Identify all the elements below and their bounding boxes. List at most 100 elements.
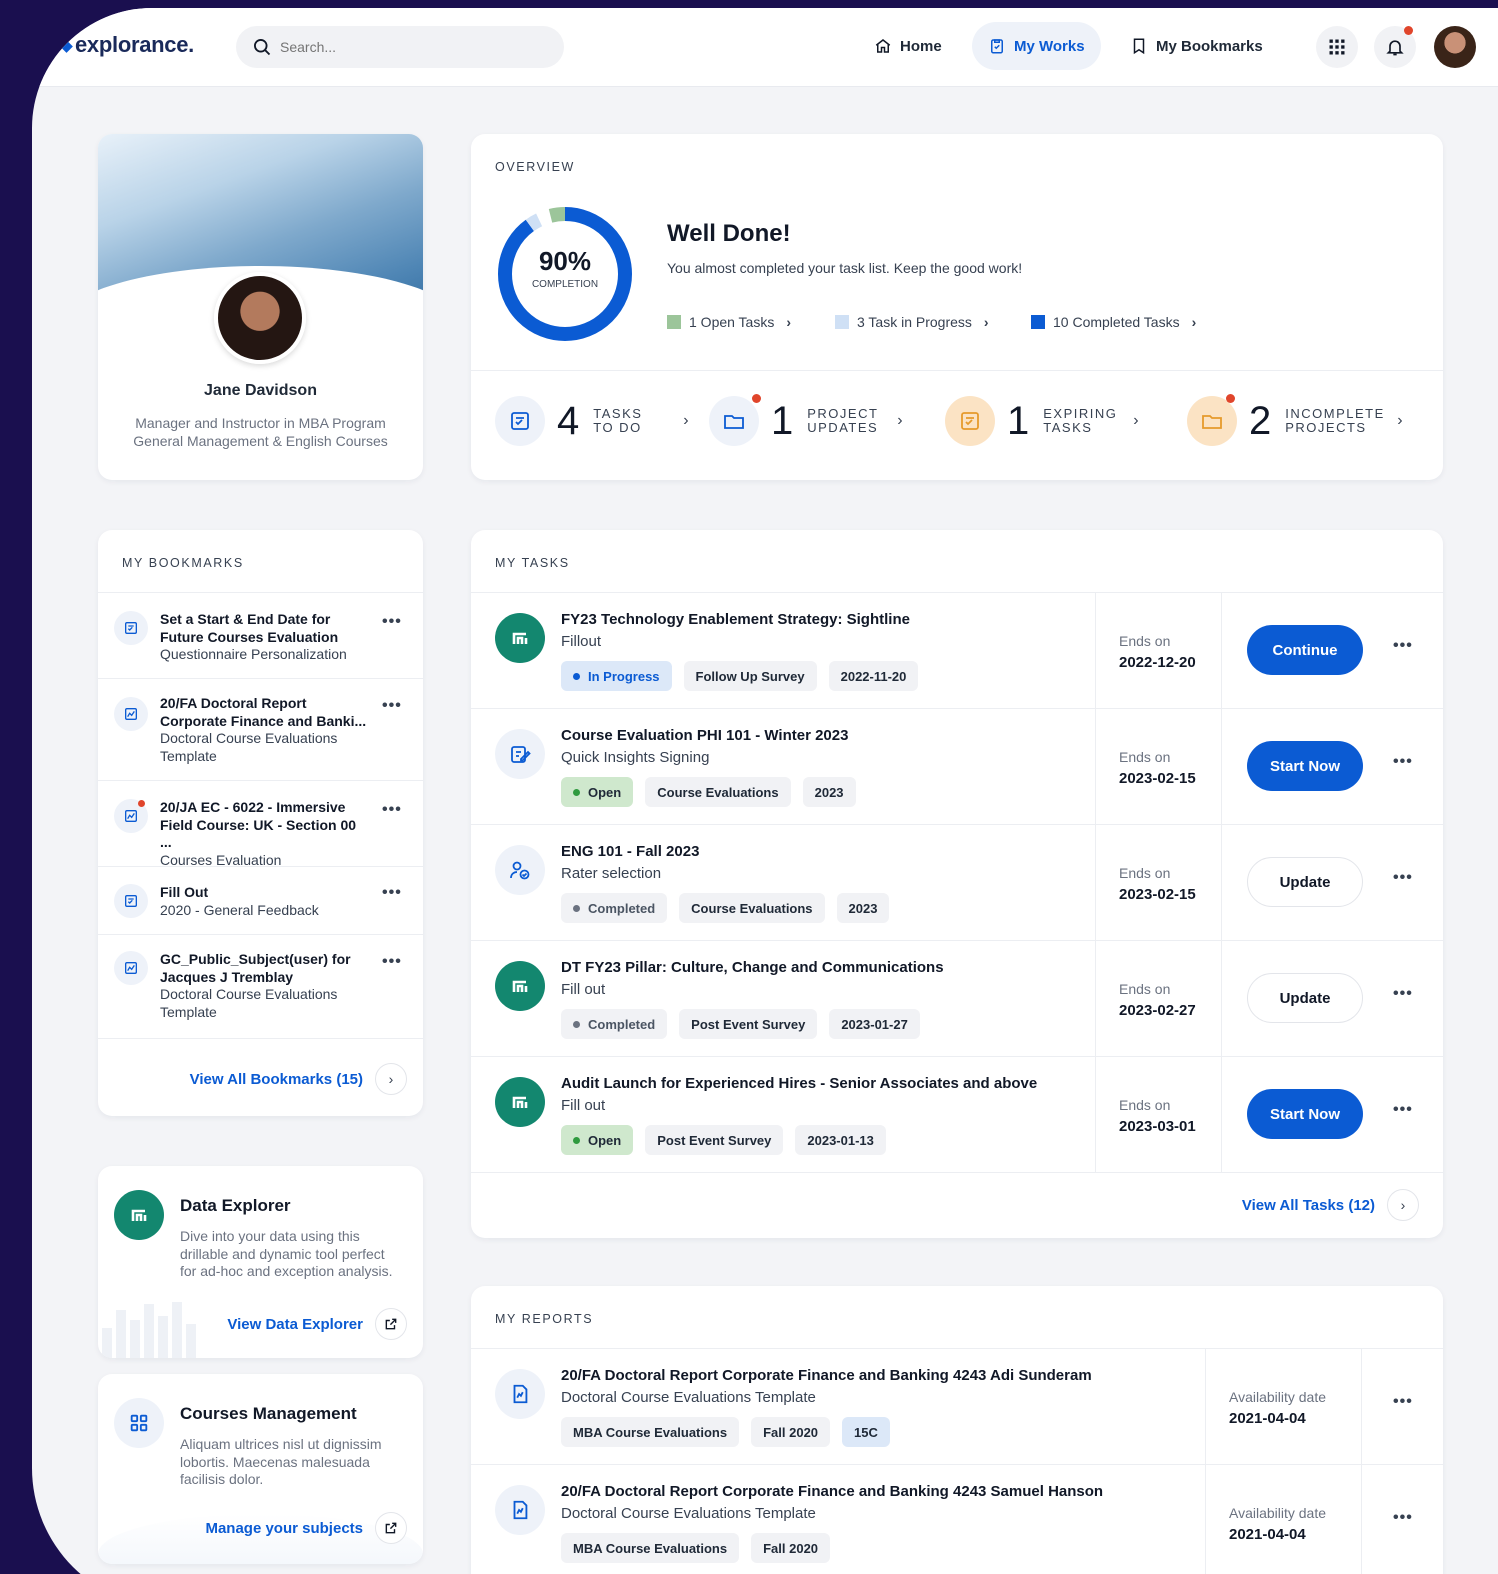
more-options-icon[interactable]: ••• — [1393, 869, 1413, 887]
explorance-mark-icon — [512, 1096, 528, 1108]
reports-card: MY REPORTS 20/FA Doctoral Report Corpora… — [471, 1286, 1443, 1574]
task-row[interactable]: Course Evaluation PHI 101 - Winter 2023 … — [471, 708, 1443, 824]
report-title[interactable]: 20/FA Doctoral Report Corporate Finance … — [561, 1367, 1092, 1384]
app-frame: explorance. Home My Works My Bookmarks — [32, 8, 1498, 1574]
more-options-icon[interactable]: ••• — [1393, 637, 1413, 655]
profile-role-line2: General Management & English Courses — [133, 433, 388, 449]
more-options-icon[interactable]: ••• — [1393, 753, 1413, 771]
ends-label: Ends on — [1119, 633, 1171, 649]
task-subtitle: Fill out — [561, 1097, 606, 1114]
report-row[interactable]: 20/FA Doctoral Report Corporate Finance … — [471, 1348, 1443, 1464]
completion-percent: 90% — [538, 246, 592, 276]
task-subtitle: Rater selection — [561, 865, 662, 882]
nav-my-works[interactable]: My Works — [972, 22, 1101, 70]
more-options-icon[interactable]: ••• — [382, 697, 402, 715]
external-link-button[interactable] — [375, 1308, 407, 1340]
more-options-icon[interactable]: ••• — [382, 884, 402, 902]
task-row[interactable]: FY23 Technology Enablement Strategy: Sig… — [471, 592, 1443, 708]
bookmark-icon-wrap — [114, 611, 148, 645]
more-options-icon[interactable]: ••• — [382, 953, 402, 971]
divider — [1361, 1349, 1362, 1464]
nav-my-works-label: My Works — [1014, 37, 1085, 55]
divider — [1095, 593, 1096, 708]
task-date-chip: 2023-01-13 — [795, 1125, 886, 1155]
chevron-right-icon[interactable]: › — [1387, 1189, 1419, 1221]
report-icon-wrap — [495, 1485, 545, 1535]
stat-project-updates[interactable]: 1 PROJECT UPDATES › — [709, 394, 903, 446]
stat-label-line1: INCOMPLETE — [1285, 406, 1385, 421]
overview-subtitle: You almost completed your task list. Kee… — [667, 260, 1023, 276]
bookmark-title-line2: Jacques J Tremblay — [160, 968, 294, 985]
report-title[interactable]: 20/FA Doctoral Report Corporate Finance … — [561, 1483, 1103, 1500]
task-chips: Completed Course Evaluations 2023 — [561, 893, 901, 923]
stat-tasks-to-do[interactable]: 4 TASKS TO DO › — [495, 396, 689, 446]
update-button[interactable]: Update — [1247, 857, 1363, 907]
status-dot — [573, 1020, 580, 1028]
more-options-icon[interactable]: ••• — [1393, 1101, 1413, 1119]
legend-completed[interactable]: 10 Completed Tasks › — [1031, 314, 1196, 330]
more-options-icon[interactable]: ••• — [382, 801, 402, 819]
divider — [1361, 1465, 1362, 1574]
task-row[interactable]: ENG 101 - Fall 2023 Rater selection Comp… — [471, 824, 1443, 940]
nav-my-bookmarks[interactable]: My Bookmarks — [1114, 22, 1279, 70]
more-options-icon[interactable]: ••• — [1393, 985, 1413, 1003]
bookmark-item[interactable]: 20/FA Doctoral Report Corporate Finance a… — [98, 678, 423, 780]
apps-grid-button[interactable] — [1316, 26, 1358, 68]
courses-management-title: Courses Management — [180, 1404, 357, 1423]
update-button[interactable]: Update — [1247, 973, 1363, 1023]
task-ends: Ends on 2023-02-15 — [1119, 863, 1196, 905]
start-now-button[interactable]: Start Now — [1247, 1089, 1363, 1139]
ends-label: Ends on — [1119, 981, 1171, 997]
bookmark-text: GC_Public_Subject(user) for Jacques J Tre… — [160, 951, 370, 1021]
search-input[interactable] — [280, 39, 540, 55]
view-data-explorer-link[interactable]: View Data Explorer — [227, 1316, 363, 1333]
chevron-right-icon: › — [897, 412, 903, 429]
stat-number: 1 — [771, 399, 794, 443]
stat-incomplete-projects[interactable]: 2 INCOMPLETE PROJECTS › — [1187, 394, 1403, 446]
bookmark-item[interactable]: Set a Start & End Date for Future Courses… — [98, 592, 423, 678]
bookmark-item[interactable]: 20/JA EC - 6022 - Immersive Field Course:… — [98, 780, 423, 868]
divider — [1095, 941, 1096, 1056]
task-row[interactable]: DT FY23 Pillar: Culture, Change and Comm… — [471, 940, 1443, 1056]
external-link-button[interactable] — [375, 1512, 407, 1544]
stat-icon-wrap — [495, 396, 545, 446]
bookmark-item[interactable]: Fill Out 2020 - General Feedback ••• — [98, 866, 423, 934]
view-all-tasks-link[interactable]: View All Tasks (12) — [1242, 1197, 1375, 1214]
manage-subjects-link[interactable]: Manage your subjects — [205, 1520, 363, 1537]
task-title[interactable]: DT FY23 Pillar: Culture, Change and Comm… — [561, 959, 944, 976]
task-title[interactable]: ENG 101 - Fall 2023 — [561, 843, 699, 860]
nav-home[interactable]: Home — [858, 22, 958, 70]
report-chips: MBA Course Evaluations Fall 2020 — [561, 1533, 842, 1563]
overview-card: OVERVIEW 90% COMPLETION Well Done! You a… — [471, 134, 1443, 480]
bookmark-item[interactable]: GC_Public_Subject(user) for Jacques J Tre… — [98, 934, 423, 1038]
report-icon — [513, 1500, 528, 1520]
survey-icon — [125, 622, 137, 634]
bookmark-title-line2: Corporate Finance and Banki... — [160, 712, 367, 729]
more-options-icon[interactable]: ••• — [1393, 1509, 1413, 1527]
status-badge: Open — [561, 777, 634, 807]
continue-button[interactable]: Continue — [1247, 625, 1363, 675]
task-title[interactable]: FY23 Technology Enablement Strategy: Sig… — [561, 611, 910, 628]
report-row[interactable]: 20/FA Doctoral Report Corporate Finance … — [471, 1464, 1443, 1574]
stat-expiring-tasks[interactable]: 1 EXPIRING TASKS › — [945, 396, 1139, 446]
update-badge — [752, 394, 761, 403]
task-title[interactable]: Course Evaluation PHI 101 - Winter 2023 — [561, 727, 848, 744]
view-all-bookmarks-link[interactable]: View All Bookmarks (15) — [190, 1071, 363, 1088]
task-date-chip: 2022-11-20 — [828, 661, 919, 691]
legend-in-progress[interactable]: 3 Task in Progress › — [835, 314, 989, 330]
task-row[interactable]: Audit Launch for Experienced Hires - Sen… — [471, 1056, 1443, 1172]
folder-icon — [1202, 415, 1222, 429]
user-avatar[interactable] — [1434, 26, 1476, 68]
brand-logo[interactable]: explorance. — [60, 32, 194, 58]
legend-open-tasks[interactable]: 1 Open Tasks › — [667, 314, 791, 330]
task-title[interactable]: Audit Launch for Experienced Hires - Sen… — [561, 1075, 1037, 1092]
nav-my-bookmarks-label: My Bookmarks — [1156, 37, 1263, 55]
start-now-button[interactable]: Start Now — [1247, 741, 1363, 791]
more-options-icon[interactable]: ••• — [1393, 1393, 1413, 1411]
chevron-right-icon[interactable]: › — [375, 1063, 407, 1095]
stat-number: 2 — [1249, 399, 1272, 443]
search-box[interactable] — [236, 26, 564, 68]
status-badge: In Progress — [561, 661, 672, 691]
rater-selection-icon — [510, 861, 530, 880]
more-options-icon[interactable]: ••• — [382, 613, 402, 631]
